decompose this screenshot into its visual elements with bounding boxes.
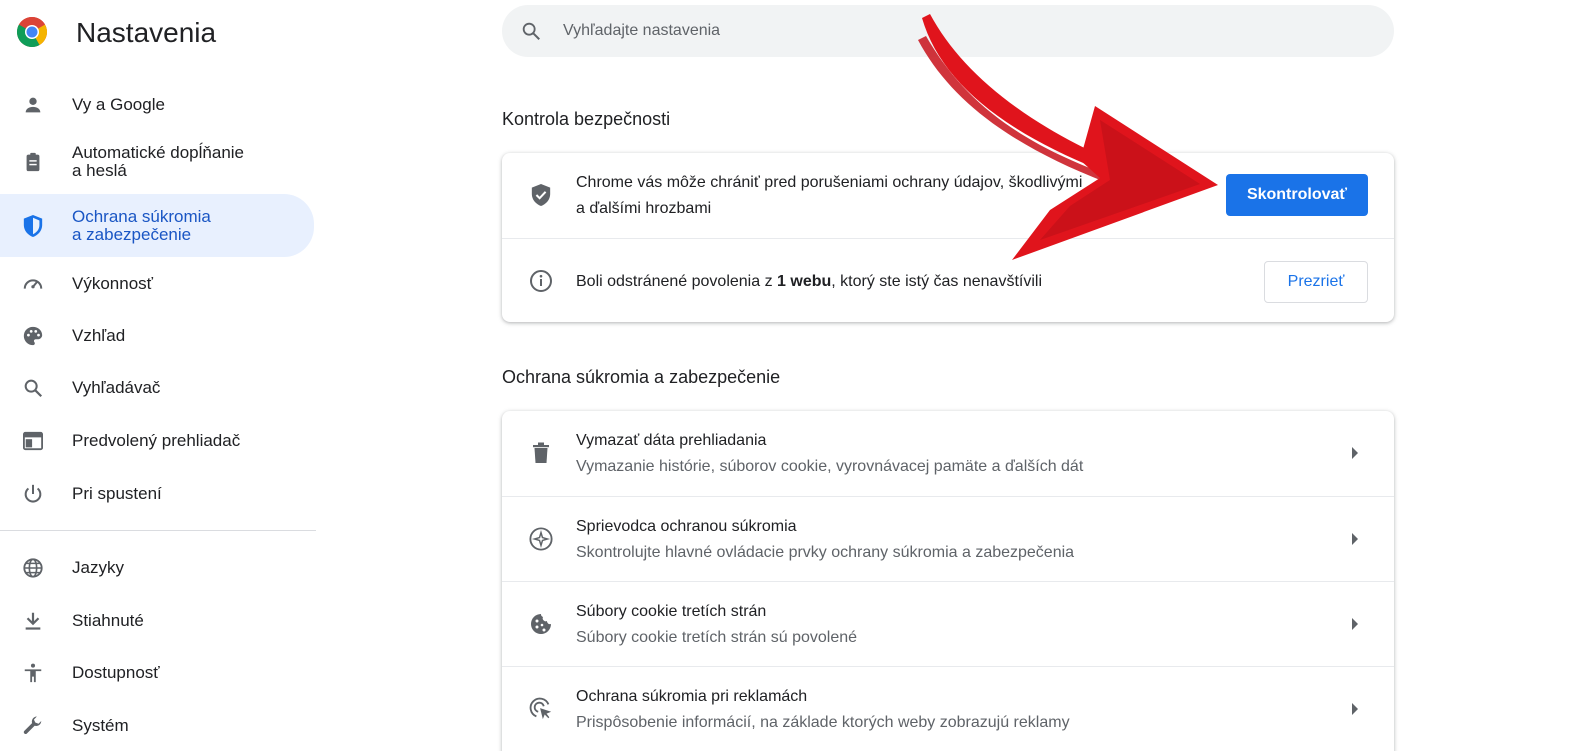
sidebar-item-label: Automatické dopĺňanie a heslá [72,143,245,180]
search-bar[interactable] [502,5,1394,57]
chevron-right-icon [1352,703,1358,715]
search-icon [21,376,45,400]
compass-icon [529,527,553,551]
chrome-logo-icon [16,16,48,48]
sidebar-item-autofill[interactable]: Automatické dopĺňanie a heslá [0,142,314,182]
safety-check-text-line2: a ďalšími hrozbami [576,200,712,217]
privacy-row-title: Sprievodca ochranou súkromia [576,518,797,535]
sidebar-item-label: Vy a Google [72,95,165,114]
sidebar-item-label: Pri spustení [72,484,162,503]
clipboard-icon [21,150,45,174]
sidebar-item-performance[interactable]: Výkonnosť [0,270,314,298]
permissions-row: Boli odstránené povolenia z 1 webu, ktor… [502,238,1394,322]
safety-check-row: Chrome vás môže chrániť pred porušeniami… [502,153,1394,238]
sidebar-item-label: Ochrana súkromia a zabezpečenie [72,206,211,244]
sidebar-item-you-and-google[interactable]: Vy a Google [0,87,314,123]
search-icon [522,22,540,40]
chevron-right-icon [1352,533,1358,545]
trash-icon [529,441,553,465]
privacy-row-title: Vymazať dáta prehliadania [576,432,767,449]
sidebar-item-languages[interactable]: Jazyky [0,554,314,582]
person-icon [21,93,45,117]
sidebar-item-label: Systém [72,716,129,735]
download-icon [21,609,45,633]
privacy-section-heading: Ochrana súkromia a zabezpečenie [502,367,781,387]
privacy-card: Vymazať dáta prehliadania Vymazanie hist… [502,411,1394,751]
privacy-row-clear-data[interactable]: Vymazať dáta prehliadania Vymazanie hist… [502,411,1394,496]
accessibility-icon [21,661,45,685]
sidebar-item-label: Dostupnosť [72,663,160,682]
chevron-right-icon [1352,618,1358,630]
sidebar-item-system[interactable]: Systém [0,712,314,740]
privacy-row-subtitle: Súbory cookie tretích strán sú povolené [576,629,858,646]
sidebar-item-accessibility[interactable]: Dostupnosť [0,659,314,687]
sidebar-divider [0,530,316,531]
shield-check-icon [529,183,553,207]
sidebar-item-label: Predvolený prehliadač [72,431,241,450]
sidebar-item-label: Stiahnuté [72,611,144,630]
run-safety-check-button[interactable]: Skontrolovať [1226,174,1368,216]
privacy-row-ad-privacy[interactable]: Ochrana súkromia pri reklamách Prispôsob… [502,666,1394,751]
privacy-row-subtitle: Skontrolujte hlavné ovládacie prvky ochr… [576,544,1075,561]
sidebar-item-label: Jazyky [72,558,124,577]
power-icon [21,482,45,506]
safety-check-text-line1: Chrome vás môže chrániť pred porušeniami… [576,174,1083,191]
permissions-text-prefix: Boli odstránené povolenia z [576,273,778,290]
safety-check-heading: Kontrola bezpečnosti [502,109,671,129]
sidebar-item-appearance[interactable]: Vzhľad [0,322,314,350]
shield-icon [21,214,45,238]
privacy-row-cookies[interactable]: Súbory cookie tretích strán Súbory cooki… [502,581,1394,666]
permissions-text: Boli odstránené povolenia z 1 webu, ktor… [576,269,1042,295]
browser-icon [21,429,45,453]
privacy-row-title: Ochrana súkromia pri reklamách [576,688,808,705]
palette-icon [21,324,45,348]
privacy-row-title: Súbory cookie tretích strán [576,603,767,620]
sidebar-item-label: Vzhľad [72,326,126,345]
sidebar-item-default-browser[interactable]: Predvolený prehliadač [0,427,314,455]
privacy-row-subtitle: Vymazanie histórie, súborov cookie, vyro… [576,458,1084,475]
permissions-count: 1 webu [777,273,832,290]
safety-check-card: Chrome vás môže chrániť pred porušeniami… [502,153,1394,322]
sidebar-item-privacy-security[interactable]: Ochrana súkromia a zabezpečenie [0,194,314,257]
speedometer-icon [21,272,45,296]
review-permissions-button[interactable]: Prezrieť [1264,261,1368,303]
sidebar-item-on-startup[interactable]: Pri spustení [0,480,314,508]
permissions-text-suffix: , ktorý ste istý čas nenavštívili [831,273,1042,290]
cookie-icon [529,612,553,636]
privacy-row-guide[interactable]: Sprievodca ochranou súkromia Skontrolujt… [502,496,1394,581]
privacy-row-subtitle: Prispôsobenie informácií, na základe kto… [576,714,1070,731]
sidebar-item-label: Vyhľadávač [72,378,161,397]
chevron-right-icon [1352,447,1358,459]
page-title: Nastavenia [76,17,217,48]
search-input[interactable] [563,19,1363,43]
ad-target-icon [529,697,553,721]
sidebar-item-search-engine[interactable]: Vyhľadávač [0,374,314,402]
globe-icon [21,556,45,580]
info-icon [529,269,553,293]
wrench-icon [21,714,45,738]
sidebar-item-label: Výkonnosť [72,274,154,293]
sidebar-item-downloads[interactable]: Stiahnuté [0,607,314,635]
